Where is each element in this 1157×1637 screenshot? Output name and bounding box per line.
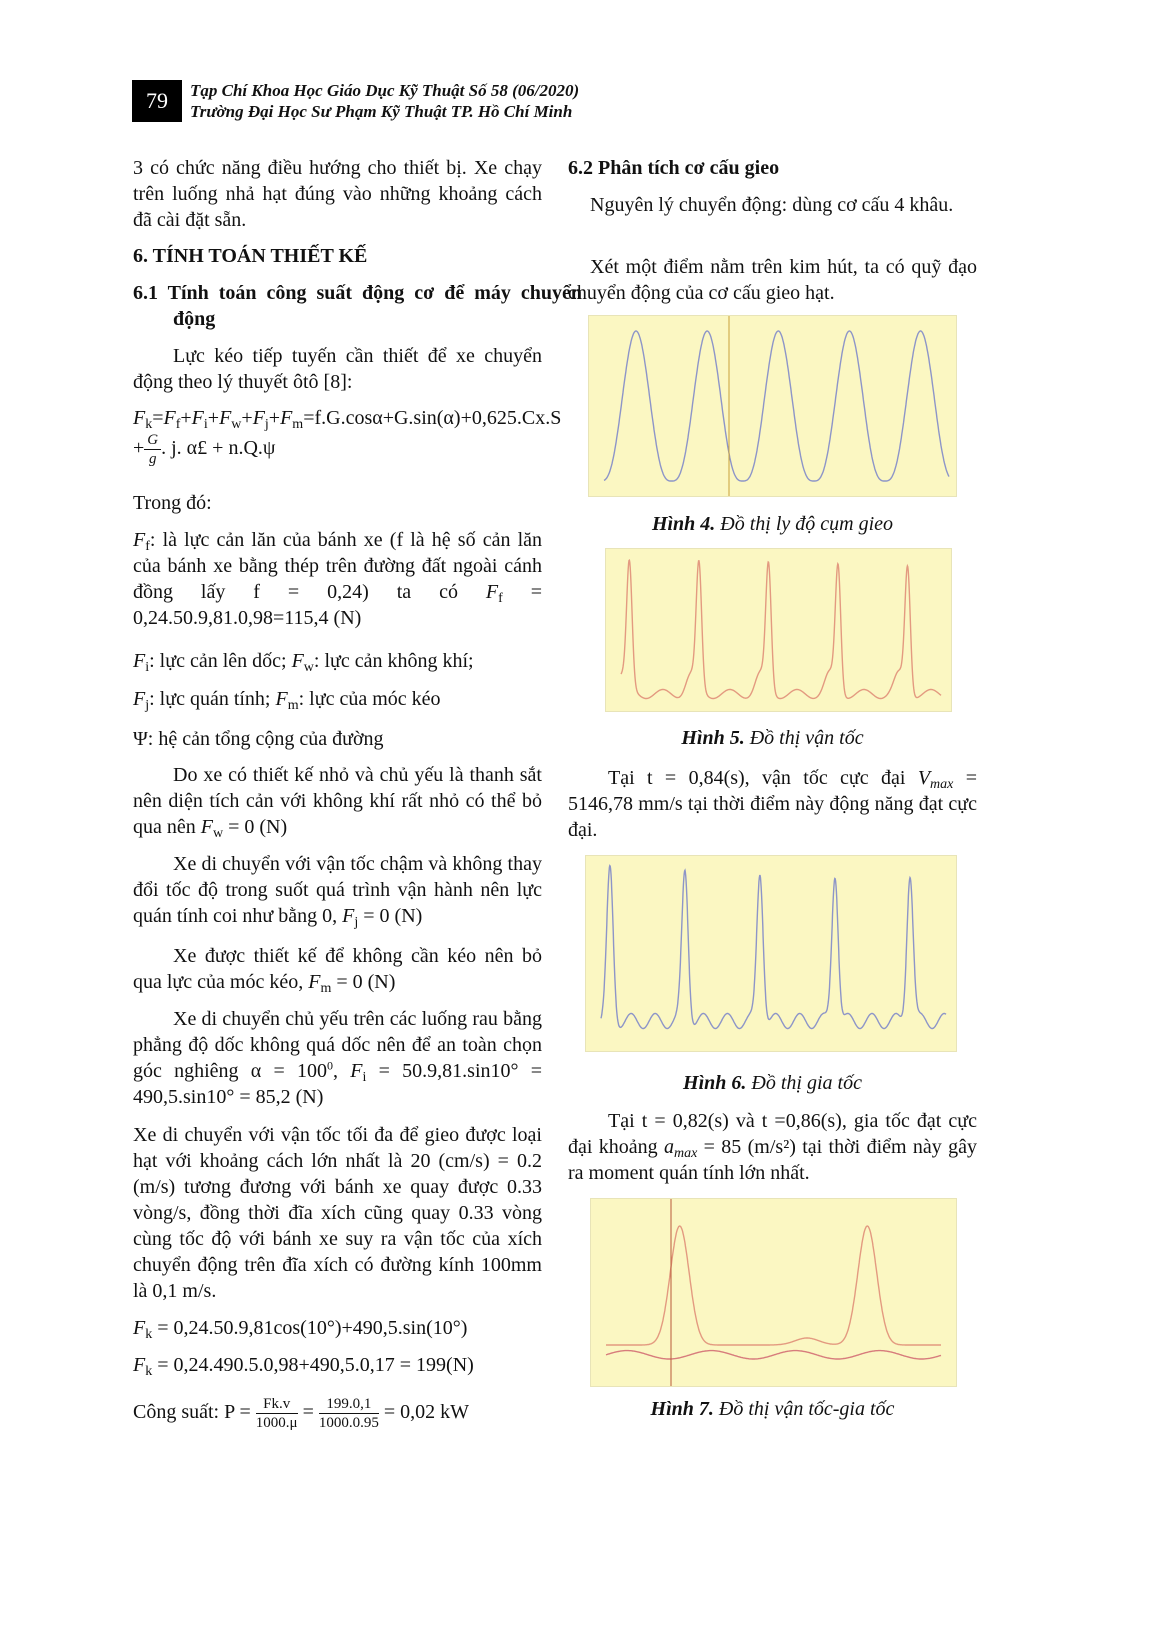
figure-6-plot <box>585 855 957 1052</box>
subsection-heading: 6.2 Phân tích cơ cấu gieo <box>568 157 780 179</box>
text: = 0,24.490.5.0,98+490,5.0,17 = 199(N) <box>157 1354 474 1376</box>
figure-4-caption: Hình 4. Đồ thị ly độ cụm gieo <box>568 513 977 536</box>
paragraph-ff: Ff: là lực cản lăn của bánh xe (f là hệ … <box>133 529 543 629</box>
text: = 0 (N) <box>228 816 288 838</box>
equation-text: . j. α£ + n.Q.ψ <box>161 437 276 460</box>
caption-title: Đồ thị gia tốc <box>751 1072 862 1094</box>
university-name: Trường Đại Học Sư Phạm Kỹ Thuật TP. Hồ C… <box>190 102 573 121</box>
equation-fk-1: Fk = 0,24.50.9,81cos(10°)+490,5.sin(10°) <box>133 1317 468 1342</box>
paragraph: Ψ: hệ cản tổng cộng của đường <box>133 728 384 750</box>
figure-7-plot <box>590 1198 957 1387</box>
text: Xe di chuyển với vận tốc chậm và không t… <box>133 853 542 927</box>
subsection-heading: 6.1 Tính toán công suất động cơ để máy c… <box>133 282 582 330</box>
text: Công suất: P = <box>133 1401 251 1423</box>
text: = 0,02 kW <box>383 1401 470 1423</box>
section-heading: 6. TÍNH TOÁN THIẾT KẾ <box>133 245 368 267</box>
paragraph: 3 có chức năng điều hướng cho thiết bị. … <box>133 157 542 231</box>
text: : lực cản lên dốc; <box>149 650 287 672</box>
paragraph: Tại t = 0,84(s), vận tốc cực đại Vmax = … <box>568 767 977 841</box>
paragraph: Xét một điểm nằm trên kim hút, ta có quỹ… <box>568 256 977 304</box>
fraction-g-over-g: Gg <box>144 431 162 468</box>
caption-label: Hình 7. <box>650 1398 714 1420</box>
text: = 0,24.50.9,81cos(10°)+490,5.sin(10°) <box>157 1317 468 1339</box>
fraction: 199.0,1 1000.0.95 <box>318 1395 379 1432</box>
text: Tại t = 0,84(s), vận tốc cực đại <box>608 767 906 789</box>
text: : lực của móc kéo <box>298 688 441 710</box>
paragraph: Tại t = 0,82(s) và t =0,86(s), gia tốc đ… <box>568 1110 977 1184</box>
journal-title: Tạp Chí Khoa Học Giáo Dục Kỹ Thuật Số 58… <box>190 81 580 100</box>
page-number: 79 <box>132 80 182 122</box>
text: : lực quán tính; <box>149 688 271 710</box>
journal-header: Tạp Chí Khoa Học Giáo Dục Kỹ Thuật Số 58… <box>190 80 579 122</box>
caption-title: Đồ thị ly độ cụm gieo <box>720 513 894 535</box>
text: Do xe có thiết kế nhỏ và chủ yếu là than… <box>133 764 542 838</box>
fraction: Fk.v 1000.μ <box>255 1395 298 1432</box>
velocity-acceleration-curve-2 <box>605 1349 942 1360</box>
paragraph: Xe di chuyển với vận tốc chậm và không t… <box>133 853 542 930</box>
caption-label: Hình 5. <box>681 727 745 749</box>
figure-6-caption: Hình 6. Đồ thị gia tốc <box>568 1072 977 1095</box>
text: = 0 (N) <box>363 905 423 927</box>
paragraph: Xe di chuyển với vận tốc tối đa để gieo … <box>133 1124 542 1302</box>
caption-label: Hình 6. <box>683 1072 747 1094</box>
paragraph: Nguyên lý chuyển động: dùng cơ cấu 4 khâ… <box>590 194 954 216</box>
paragraph-fj-fm: Fj: lực quán tính; Fm: lực của móc kéo <box>133 688 441 713</box>
velocity-acceleration-curve-1 <box>606 1225 941 1346</box>
text: = 0 (N) <box>336 971 396 993</box>
caption-title: Đồ thị vận tốc-gia tốc <box>718 1398 895 1420</box>
denominator: 1000.μ <box>255 1414 298 1431</box>
numerator: Fk.v <box>255 1395 298 1414</box>
paragraph: Xe di chuyển chủ yếu trên các luống rau … <box>133 1008 543 1108</box>
equation-power: Công suất: P = Fk.v 1000.μ = 199.0,1 1000.… <box>133 1395 470 1432</box>
text: : lực cản không khí; <box>313 650 474 672</box>
figure-5-caption: Hình 5. Đồ thị vận tốc <box>568 727 977 750</box>
paragraph: Do xe có thiết kế nhỏ và chủ yếu là than… <box>133 764 542 841</box>
figure-4-plot <box>588 315 957 497</box>
figure-7-caption: Hình 7. Đồ thị vận tốc-gia tốc <box>568 1398 977 1421</box>
numerator: 199.0,1 <box>318 1395 379 1414</box>
velocity-curve <box>620 558 942 700</box>
displacement-curve <box>603 330 950 482</box>
caption-title: Đồ thị vận tốc <box>749 727 864 749</box>
paragraph: Xe được thiết kế để không cần kéo nên bỏ… <box>133 945 542 996</box>
paragraph-fi-fw: Fi: lực cản lên dốc; Fw: lực cản không k… <box>133 650 474 675</box>
text: : là lực cản lăn của bánh xe (f là hệ số… <box>133 529 542 603</box>
paragraph: Trong đó: <box>133 492 212 514</box>
equation-fk-2: Fk = 0,24.490.5.0,98+490,5.0,17 = 199(N) <box>133 1354 474 1379</box>
acceleration-curve <box>600 864 947 1030</box>
figure-5-plot <box>605 548 952 712</box>
equation-fk: Fk=Ff+Fi+Fw+Fj+Fm=f.G.cosα+G.sin(α)+0,62… <box>133 407 562 468</box>
paragraph: Lực kéo tiếp tuyến cần thiết để xe chuyể… <box>133 345 542 393</box>
caption-label: Hình 4. <box>651 513 716 535</box>
denominator: 1000.0.95 <box>318 1414 379 1431</box>
